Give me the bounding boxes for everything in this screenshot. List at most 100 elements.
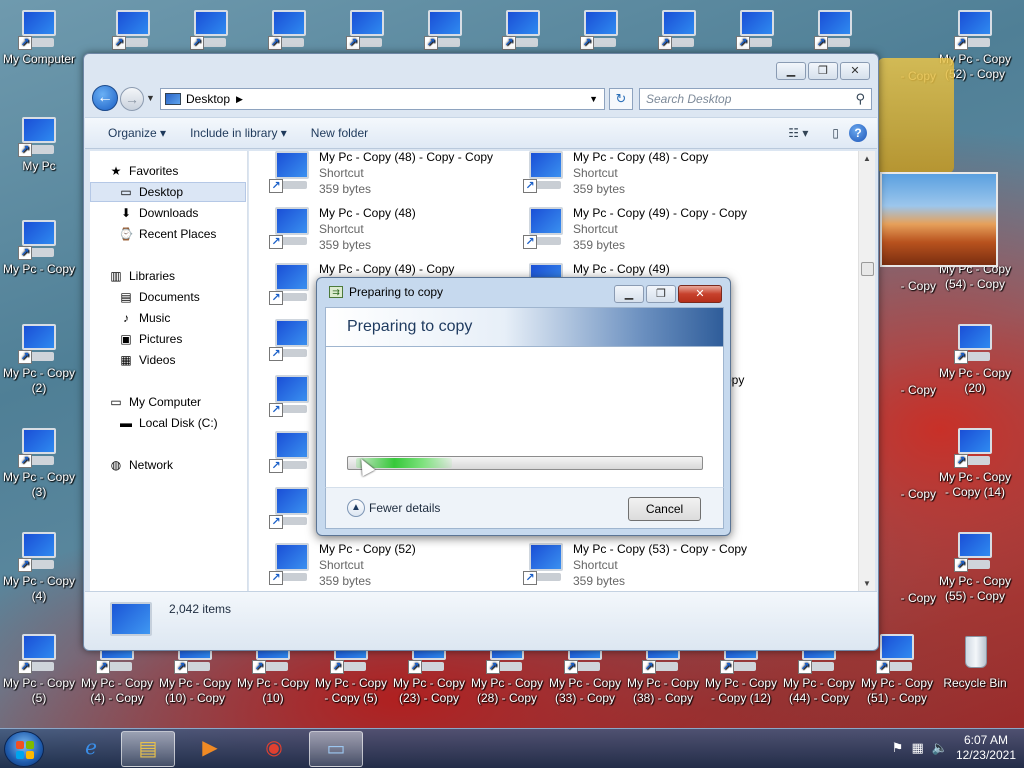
- desktop-icon-shortcut[interactable]: ↗: [562, 8, 640, 52]
- preview-pane-icon[interactable]: ▯: [832, 126, 839, 140]
- dialog-close-button[interactable]: ✕: [678, 285, 722, 303]
- desktop-icon-label: My Pc - Copy (10): [236, 676, 309, 705]
- new-folder-button[interactable]: New folder: [299, 126, 380, 140]
- desktop-icon-label: My Computer: [2, 52, 76, 66]
- dialog-maximize-button[interactable]: ❐: [646, 285, 676, 303]
- shortcut-icon: ↗: [523, 205, 567, 249]
- back-button[interactable]: ←: [92, 85, 118, 111]
- desktop-icon-shortcut[interactable]: ↗ My Pc - Copy (2): [0, 322, 78, 396]
- pictures-icon: ▣: [120, 332, 132, 346]
- clock[interactable]: 6:07 AM 12/23/2021: [956, 733, 1016, 763]
- desktop-icon-label: My Pc - Copy - Copy (12): [704, 676, 777, 705]
- desktop-icon-shortcut[interactable]: ↗ My Pc - Copy (20): [936, 322, 1014, 396]
- nav-videos[interactable]: ▦ Videos: [118, 350, 175, 370]
- nav-item-label: Documents: [139, 290, 200, 304]
- nav-documents[interactable]: ▤ Documents: [118, 287, 200, 307]
- minimize-button[interactable]: ▁: [776, 62, 806, 80]
- clock-gadget[interactable]: [878, 58, 954, 173]
- desktop-icon: ▭: [120, 185, 132, 199]
- close-button[interactable]: ✕: [840, 62, 870, 80]
- recycle-bin[interactable]: Recycle Bin: [936, 632, 1014, 691]
- desktop-icon-shortcut[interactable]: ↗: [640, 8, 718, 52]
- action-center-icon[interactable]: ⚑: [892, 740, 904, 756]
- file-item[interactable]: ↗ My Pc - Copy (49) - Copy - Copy Shortcut…: [523, 205, 763, 257]
- nav-recent-places[interactable]: ⌚ Recent Places: [118, 224, 217, 244]
- help-icon[interactable]: ?: [849, 124, 867, 142]
- file-name: My Pc - Copy (49) - Copy: [319, 262, 455, 276]
- windows-explorer-icon[interactable]: ▤: [121, 731, 175, 767]
- start-button[interactable]: [4, 731, 44, 767]
- nav-libraries[interactable]: ▥ Libraries: [108, 266, 175, 286]
- computer-shortcut-icon: ↗: [18, 426, 60, 468]
- network-icon[interactable]: ▦: [911, 740, 923, 756]
- slideshow-gadget[interactable]: [880, 172, 998, 267]
- chrome-icon[interactable]: ◉: [247, 731, 301, 767]
- file-item[interactable]: ↗ My Pc - Copy (48) Shortcut 359 bytes: [269, 205, 509, 257]
- file-item[interactable]: ↗ My Pc - Copy (48) - Copy - Copy Shortcut…: [269, 151, 509, 201]
- include-in-library-button[interactable]: Include in library ▾: [178, 126, 299, 140]
- cancel-button[interactable]: Cancel: [628, 497, 701, 521]
- dialog-body: [325, 347, 724, 487]
- address-dropdown-icon[interactable]: ▼: [589, 94, 598, 104]
- nav-item-label: Network: [129, 458, 174, 472]
- desktop-icon-shortcut[interactable]: ↗ My Pc - Copy (4): [0, 530, 78, 604]
- chevron-right-icon[interactable]: ▶: [236, 94, 243, 105]
- address-text: Desktop: [186, 92, 231, 106]
- refresh-button[interactable]: ↻: [609, 88, 633, 110]
- media-player-icon[interactable]: ▶: [183, 731, 237, 767]
- copy-dialog[interactable]: ⇉ Preparing to copy ▁ ❐ ✕ Preparing to c…: [316, 277, 731, 536]
- file-type: Shortcut: [319, 222, 364, 236]
- nav-item-label: Favorites: [129, 164, 179, 178]
- dialog-minimize-button[interactable]: ▁: [614, 285, 644, 303]
- file-name: My Pc - Copy (52): [319, 542, 416, 556]
- desktop-icon-shortcut[interactable]: ↗: [484, 8, 562, 52]
- shortcut-icon: ↗: [269, 541, 313, 585]
- organize-button[interactable]: Organize ▾: [85, 126, 178, 140]
- shortcut-icon: ↗: [523, 541, 567, 585]
- desktop-icon-shortcut[interactable]: ↗: [250, 8, 328, 52]
- desktop-icon-shortcut[interactable]: ↗ My Pc - Copy: [0, 218, 78, 277]
- desktop-icon-shortcut[interactable]: ↗ My Pc - Copy (3): [0, 426, 78, 500]
- nav-desktop[interactable]: ▭ Desktop: [90, 182, 246, 202]
- nav-music[interactable]: ♪ Music: [118, 308, 170, 328]
- scroll-down-icon[interactable]: ▼: [863, 579, 871, 588]
- search-input[interactable]: Search Desktop ⚲: [639, 88, 872, 110]
- computer-shortcut-icon: ↗: [814, 8, 856, 50]
- fewer-details-button[interactable]: ▲ Fewer details: [347, 499, 440, 517]
- file-name: My Pc - Copy (53) - Copy - Copy: [573, 542, 748, 556]
- desktop-icon-shortcut[interactable]: ↗: [172, 8, 250, 52]
- desktop-icon-shortcut[interactable]: ↗ My Computer: [0, 8, 78, 67]
- scroll-up-icon[interactable]: ▲: [863, 154, 871, 163]
- view-options-icon[interactable]: ☷ ▾: [788, 126, 808, 140]
- desktop-icon-shortcut[interactable]: ↗: [406, 8, 484, 52]
- nav-pictures[interactable]: ▣ Pictures: [118, 329, 182, 349]
- nav-local-disk[interactable]: ▬ Local Disk (C:): [118, 413, 218, 433]
- scrollbar-thumb[interactable]: [861, 262, 874, 276]
- computer-shortcut-icon: ↗: [502, 8, 544, 50]
- maximize-button[interactable]: ❐: [808, 62, 838, 80]
- file-item[interactable]: ↗ My Pc - Copy (48) - Copy Shortcut 359 byt…: [523, 151, 763, 201]
- internet-explorer-icon[interactable]: ℯ: [64, 731, 118, 767]
- desktop-icon-shortcut[interactable]: ↗: [796, 8, 874, 52]
- desktop-icon-shortcut[interactable]: ↗ My Pc: [0, 115, 78, 174]
- desktop-icon-shortcut[interactable]: ↗ My Pc - Copy - Copy (14): [936, 426, 1014, 500]
- desktop-icon-shortcut[interactable]: ↗: [328, 8, 406, 52]
- nav-network[interactable]: ◍ Network: [108, 455, 173, 475]
- desktop-icon-shortcut[interactable]: ↗: [94, 8, 172, 52]
- nav-item-label: Desktop: [139, 185, 184, 199]
- recent-pages-dropdown[interactable]: ▼: [146, 93, 155, 103]
- file-item[interactable]: ↗ My Pc - Copy (52) Shortcut 359 bytes: [269, 541, 509, 591]
- address-bar[interactable]: Desktop ▶ ▼: [160, 88, 605, 110]
- desktop-icon-shortcut[interactable]: ↗: [718, 8, 796, 52]
- volume-icon[interactable]: 🔈: [932, 740, 948, 756]
- computer-shortcut-icon: ↗: [736, 8, 778, 50]
- nav-my-computer[interactable]: ▭ My Computer: [108, 392, 201, 412]
- desktop-icon-shortcut[interactable]: ↗ My Pc - Copy (55) - Copy: [936, 530, 1014, 604]
- forward-button[interactable]: →: [120, 87, 144, 111]
- file-item[interactable]: ↗ My Pc - Copy (53) - Copy - Copy Shortcut…: [523, 541, 763, 591]
- copy-task-icon[interactable]: ▭: [309, 731, 363, 767]
- vertical-scrollbar[interactable]: ▲ ▼: [858, 151, 875, 591]
- nav-downloads[interactable]: ⬇ Downloads: [118, 203, 198, 223]
- nav-favorites[interactable]: ★ Favorites: [108, 161, 179, 181]
- desktop-icon-shortcut[interactable]: ↗ My Pc - Copy (5): [0, 632, 78, 706]
